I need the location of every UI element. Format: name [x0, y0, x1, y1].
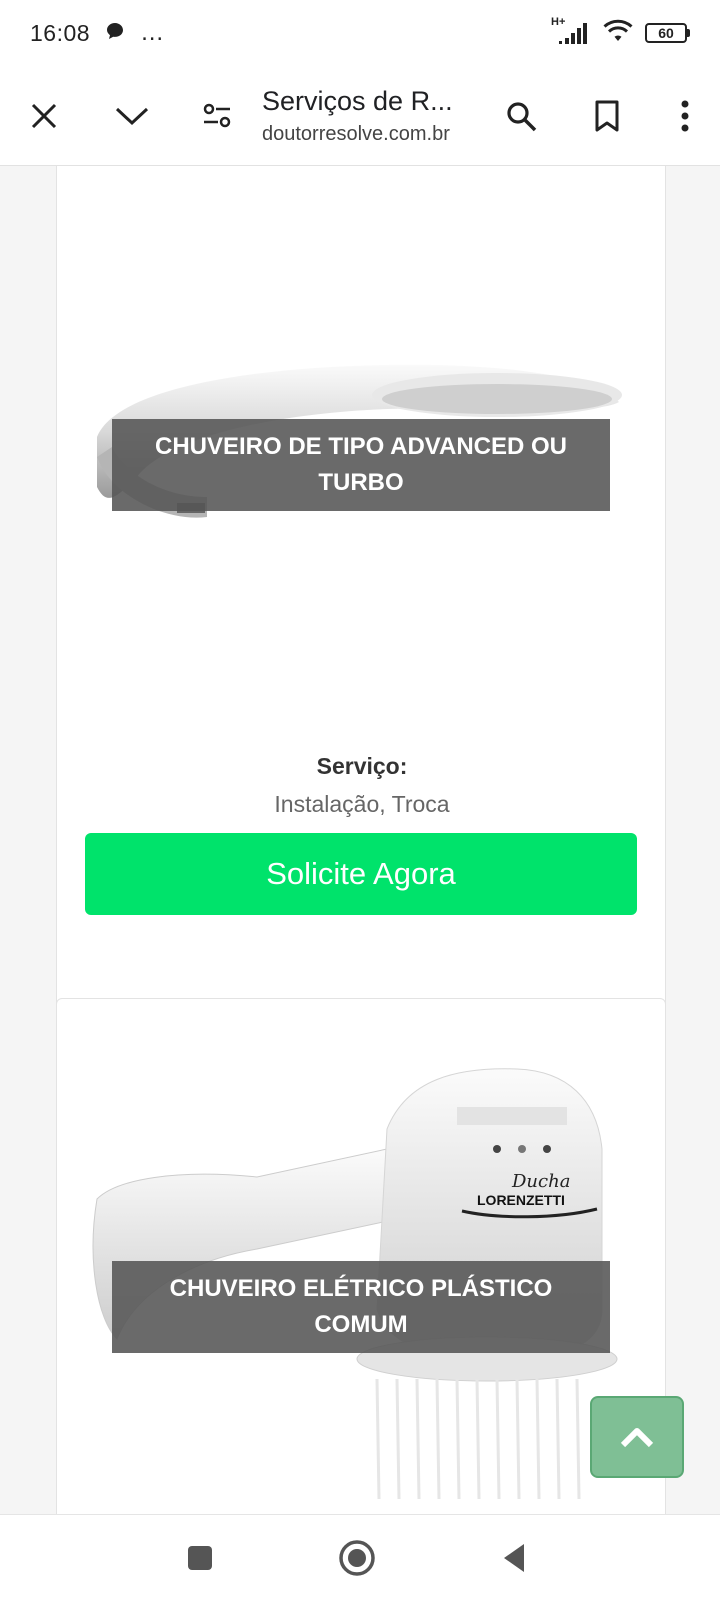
chat-bubble-icon — [104, 20, 126, 47]
service-card: CHUVEIRO DE TIPO ADVANCED OU TURBO Servi… — [56, 166, 666, 1126]
page-settings-icon — [203, 103, 231, 127]
scroll-to-top-button[interactable] — [590, 1396, 684, 1478]
chevron-up-icon — [620, 1428, 654, 1448]
more-vert-icon — [681, 100, 689, 131]
close-icon — [31, 103, 57, 128]
status-bar: 16:08 … H+ 60 — [0, 0, 720, 66]
brand-logo: LORENZETTI — [477, 1192, 565, 1208]
page-content[interactable]: CHUVEIRO DE TIPO ADVANCED OU TURBO Servi… — [0, 166, 720, 1514]
request-now-button[interactable]: Solicite Agora — [85, 833, 637, 915]
home-icon — [339, 1540, 375, 1576]
card-title: CHUVEIRO ELÉTRICO PLÁSTICO COMUM — [112, 1261, 610, 1353]
signal-icon: H+ — [551, 16, 591, 46]
browser-toolbar: Serviços de R... doutorresolve.com.br — [0, 66, 720, 166]
system-nav-bar — [0, 1514, 720, 1600]
card-title: CHUVEIRO DE TIPO ADVANCED OU TURBO — [112, 419, 610, 511]
wifi-icon — [603, 19, 633, 48]
bookmark-icon — [595, 100, 619, 131]
page-settings-button[interactable] — [176, 66, 258, 166]
minimize-button[interactable] — [88, 66, 176, 166]
battery-level: 60 — [645, 23, 687, 43]
overflow-indicator: … — [140, 19, 165, 46]
recents-icon — [188, 1546, 212, 1570]
back-button[interactable] — [474, 1515, 554, 1600]
search-icon — [507, 101, 537, 131]
battery-icon: 60 — [645, 23, 690, 43]
service-value: Instalação, Troca — [274, 791, 450, 817]
page-title: Serviços de R... — [262, 85, 453, 116]
chevron-down-icon — [115, 107, 149, 125]
service-label: Serviço: — [316, 753, 408, 779]
bookmark-button[interactable] — [564, 66, 650, 166]
page-url: doutorresolve.com.br — [262, 122, 450, 145]
back-icon — [504, 1544, 524, 1572]
service-card: Ducha LORENZETTI CHUVEIRO ELÉTRICO PLÁST… — [56, 998, 666, 1514]
recents-button[interactable] — [160, 1515, 240, 1600]
home-button[interactable] — [317, 1515, 397, 1600]
more-options-button[interactable] — [650, 66, 720, 166]
status-time: 16:08 — [30, 19, 91, 46]
close-tab-button[interactable] — [0, 66, 88, 166]
brand-script: Ducha — [511, 1171, 570, 1192]
find-in-page-button[interactable] — [478, 66, 564, 166]
page-title-area[interactable]: Serviços de R... doutorresolve.com.br — [258, 86, 478, 146]
